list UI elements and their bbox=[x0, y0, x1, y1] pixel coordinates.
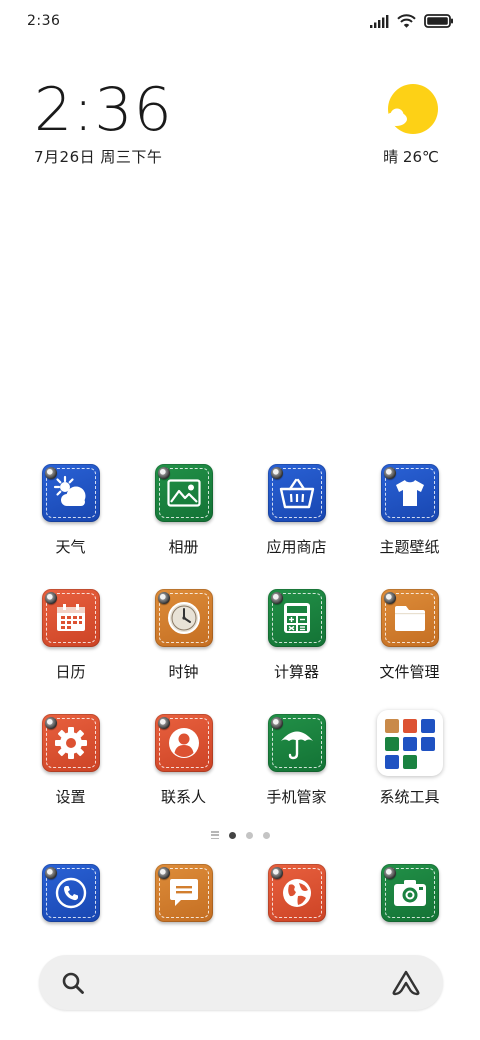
app-grid: 天气 相册 应用商店 主题壁纸 日历 时钟 计算器 文件管理 设置 联系人 手机… bbox=[14, 464, 466, 826]
mini-app-icon bbox=[402, 719, 417, 733]
files-app-icon[interactable] bbox=[380, 589, 439, 647]
weather-widget[interactable]: 晴 26℃ bbox=[376, 84, 446, 167]
app-calculator[interactable]: 计算器 bbox=[240, 589, 353, 701]
dock bbox=[14, 864, 466, 926]
themes-app-icon[interactable] bbox=[380, 464, 439, 522]
security-app-icon[interactable] bbox=[267, 714, 326, 772]
clock-widget[interactable]: 2:36 7月26日 周三下午 bbox=[34, 80, 173, 167]
messages-app-icon[interactable] bbox=[154, 864, 213, 922]
app-calendar[interactable]: 日历 bbox=[14, 589, 127, 701]
dock-phone[interactable] bbox=[14, 864, 127, 926]
app-clock[interactable]: 时钟 bbox=[127, 589, 240, 701]
app-label: 天气 bbox=[55, 538, 86, 556]
app-label: 日历 bbox=[55, 663, 86, 681]
phone-app-icon[interactable] bbox=[41, 864, 100, 922]
app-store[interactable]: 应用商店 bbox=[240, 464, 353, 576]
wifi-icon bbox=[397, 14, 416, 28]
status-bar: 2:36 bbox=[0, 0, 480, 42]
app-label: 文件管理 bbox=[379, 663, 440, 681]
app-label: 计算器 bbox=[273, 663, 319, 681]
assistant-icon[interactable] bbox=[391, 970, 421, 996]
browser-app-icon[interactable] bbox=[267, 864, 326, 922]
app-label: 手机管家 bbox=[266, 788, 327, 806]
dock-browser[interactable] bbox=[240, 864, 353, 926]
app-security[interactable]: 手机管家 bbox=[240, 714, 353, 826]
camera-app-icon[interactable] bbox=[380, 864, 439, 922]
clock-app-icon[interactable] bbox=[154, 589, 213, 647]
store-app-icon[interactable] bbox=[267, 464, 326, 522]
mini-app-icon bbox=[384, 737, 399, 751]
app-files[interactable]: 文件管理 bbox=[353, 589, 466, 701]
mini-app-icon bbox=[420, 737, 435, 751]
app-label: 应用商店 bbox=[266, 538, 327, 556]
contacts-app-icon[interactable] bbox=[154, 714, 213, 772]
app-label: 联系人 bbox=[160, 788, 206, 806]
gallery-app-icon[interactable] bbox=[154, 464, 213, 522]
search-bar[interactable] bbox=[39, 955, 443, 1010]
clock-time: 2:36 bbox=[34, 75, 173, 145]
app-label: 相册 bbox=[168, 538, 199, 556]
calculator-app-icon[interactable] bbox=[267, 589, 326, 647]
page-dot bbox=[262, 831, 270, 839]
app-contacts[interactable]: 联系人 bbox=[127, 714, 240, 826]
weather-app-icon[interactable] bbox=[41, 464, 100, 522]
status-time: 2:36 bbox=[27, 13, 61, 29]
app-label: 主题壁纸 bbox=[379, 538, 440, 556]
app-settings[interactable]: 设置 bbox=[14, 714, 127, 826]
mini-app-icon bbox=[384, 719, 399, 733]
weather-text: 晴 26℃ bbox=[383, 148, 439, 166]
page-dot-active bbox=[228, 831, 236, 839]
dock-camera[interactable] bbox=[353, 864, 466, 926]
settings-app-icon[interactable] bbox=[41, 714, 100, 772]
list-lines-icon bbox=[210, 831, 219, 839]
app-folder-system-tools[interactable]: 系统工具 bbox=[353, 710, 466, 826]
app-label: 系统工具 bbox=[379, 788, 440, 806]
clock-date: 7月26日 周三下午 bbox=[34, 148, 163, 166]
sunny-cloud-icon bbox=[383, 84, 439, 140]
mini-app-icon bbox=[421, 755, 435, 769]
status-icons bbox=[370, 14, 454, 28]
calendar-app-icon[interactable] bbox=[41, 589, 100, 647]
mini-app-icon bbox=[402, 755, 417, 769]
search-icon[interactable] bbox=[61, 971, 85, 995]
folder-group-icon[interactable] bbox=[376, 710, 443, 776]
mini-app-icon bbox=[402, 737, 417, 751]
mini-app-icon bbox=[420, 719, 435, 733]
app-gallery[interactable]: 相册 bbox=[127, 464, 240, 576]
app-weather[interactable]: 天气 bbox=[14, 464, 127, 576]
app-themes[interactable]: 主题壁纸 bbox=[353, 464, 466, 576]
signal-icon bbox=[370, 14, 389, 28]
app-label: 时钟 bbox=[168, 663, 199, 681]
page-indicator[interactable] bbox=[0, 828, 480, 842]
dock-messages[interactable] bbox=[127, 864, 240, 926]
app-label: 设置 bbox=[55, 788, 86, 806]
page-dot bbox=[245, 831, 253, 839]
battery-icon bbox=[424, 14, 453, 28]
mini-app-icon bbox=[384, 755, 399, 769]
